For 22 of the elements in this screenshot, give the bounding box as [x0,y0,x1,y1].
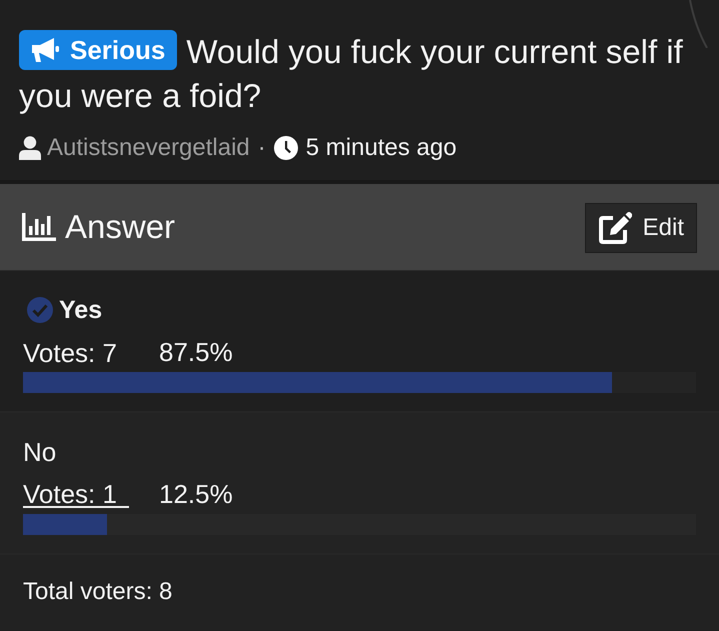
vote-percent: 12.5% [159,479,233,510]
vote-count[interactable]: Votes: 1 [23,482,129,508]
clock-icon [274,136,298,160]
edit-button[interactable]: Edit [584,203,697,253]
megaphone-icon [30,37,60,63]
edit-icon [598,211,632,245]
separator-dot: · [258,134,266,162]
author-name[interactable]: Autistsnevergetlaid [47,134,250,162]
category-tag[interactable]: Serious [19,30,178,70]
option-label[interactable]: No [23,436,56,468]
post-title: Would you fuck your current self if [186,32,683,72]
post-title: you were a foid? [19,76,262,116]
check-circle-icon [27,297,53,323]
bar-chart-icon [22,213,56,241]
vote-percent: 87.5% [159,337,233,368]
user-icon [19,136,41,160]
total-voters: Total voters: 8 [23,577,172,607]
poll-title: Answer [65,208,176,246]
curved-line [689,0,709,48]
vote-count[interactable]: Votes: 7 [23,338,117,366]
option-label[interactable]: Yes [59,296,102,324]
post-time: 5 minutes ago [306,134,457,162]
